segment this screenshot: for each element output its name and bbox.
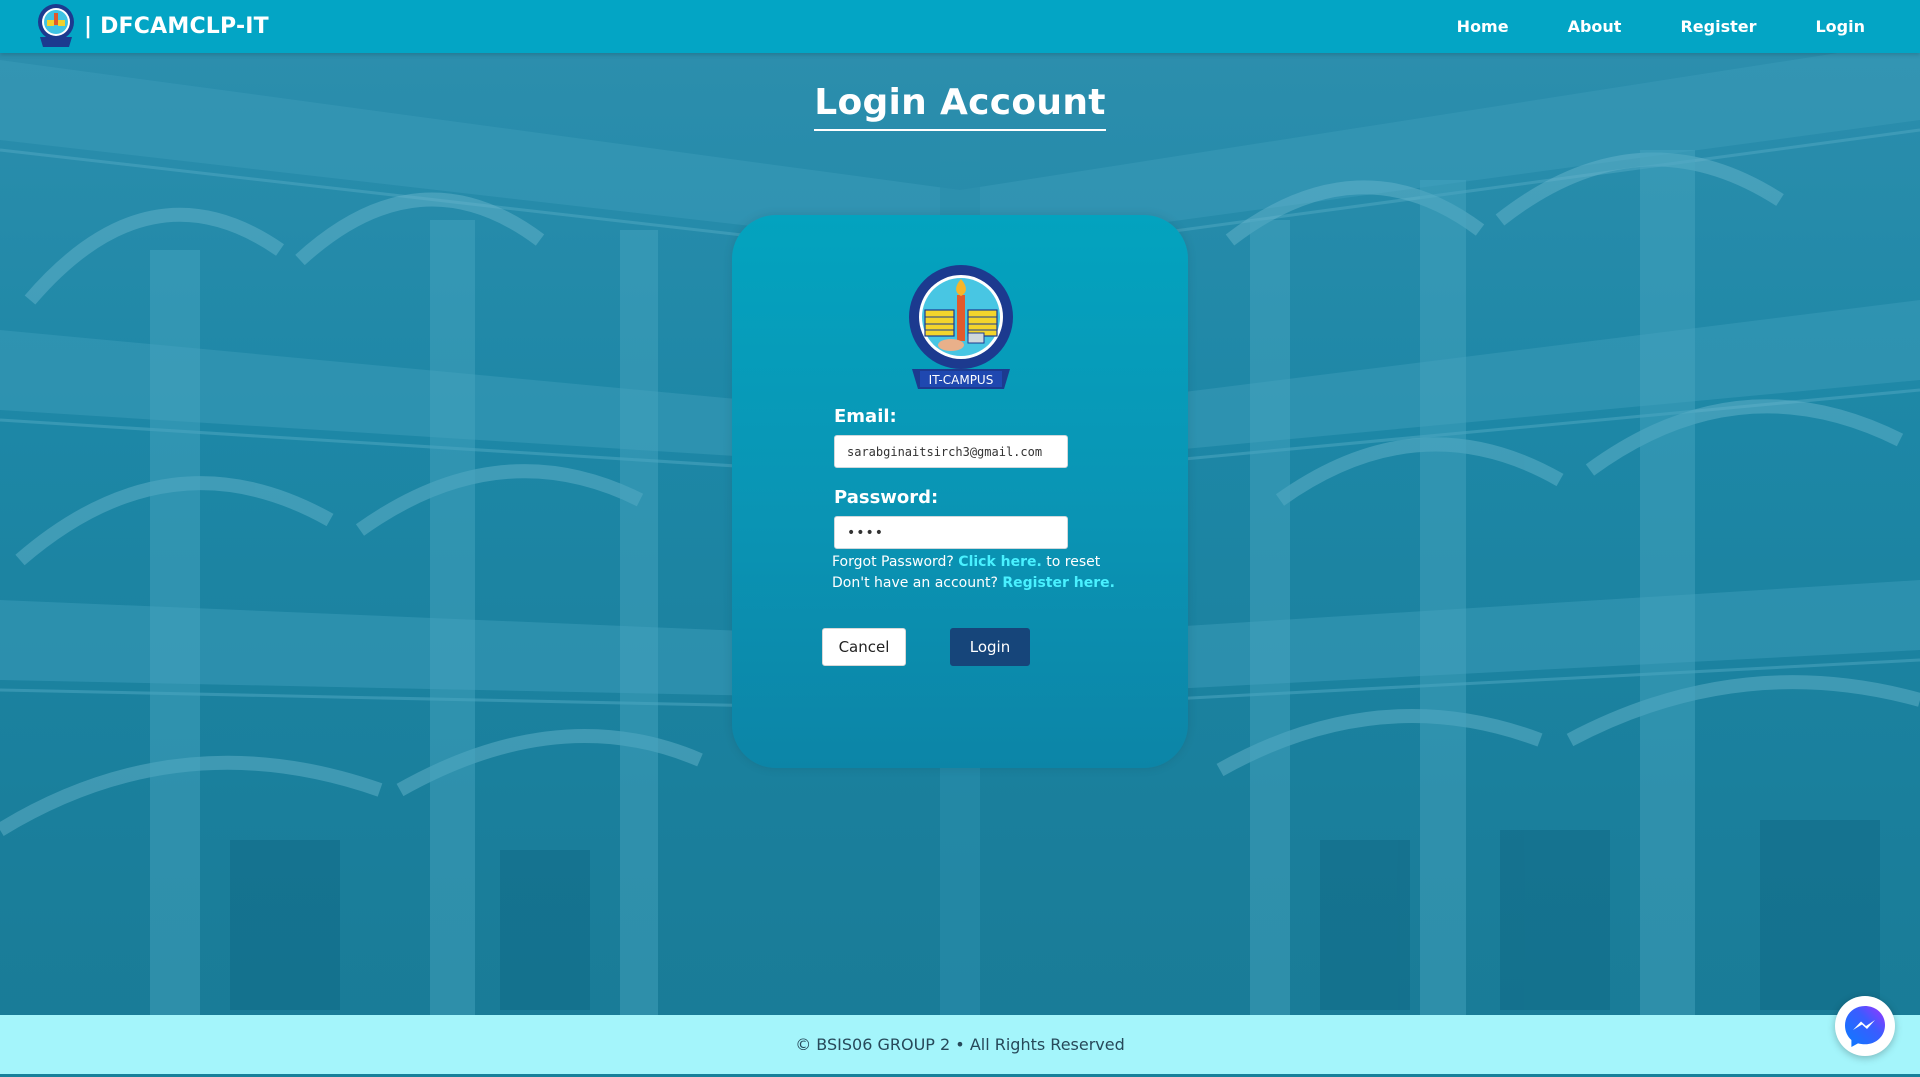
forgot-password-line: Forgot Password? Click here. to reset bbox=[832, 554, 1100, 570]
register-link[interactable]: Register here. bbox=[1002, 575, 1115, 591]
school-seal-icon bbox=[38, 4, 74, 47]
email-field[interactable] bbox=[834, 435, 1068, 468]
register-prefix: Don't have an account? bbox=[832, 575, 998, 591]
messenger-icon bbox=[1845, 1006, 1885, 1047]
forgot-password-link[interactable]: Click here. bbox=[958, 554, 1042, 570]
forgot-password-prefix: Forgot Password? bbox=[832, 554, 954, 570]
school-seal-icon: IT-CAMPUS bbox=[909, 265, 1013, 389]
nav-menu: Home About Register Login bbox=[1398, 0, 1865, 53]
password-field[interactable] bbox=[834, 516, 1068, 549]
top-navbar: | DFCAMCLP-IT Home About Register Login bbox=[0, 0, 1920, 53]
footer: © BSIS06 GROUP 2 • All Rights Reserved bbox=[0, 1015, 1920, 1077]
nav-link-home[interactable]: Home bbox=[1457, 17, 1509, 36]
footer-copyright: © BSIS06 GROUP 2 • All Rights Reserved bbox=[795, 1035, 1125, 1054]
email-label: Email: bbox=[834, 406, 897, 427]
register-line: Don't have an account? Register here. bbox=[832, 575, 1115, 591]
nav-link-login[interactable]: Login bbox=[1815, 17, 1865, 36]
logo-caption: IT-CAMPUS bbox=[929, 373, 994, 387]
forgot-password-suffix: to reset bbox=[1046, 554, 1101, 570]
nav-link-about[interactable]: About bbox=[1568, 17, 1622, 36]
nav-link-register[interactable]: Register bbox=[1680, 17, 1756, 36]
brand-home-link[interactable]: | DFCAMCLP-IT bbox=[36, 2, 269, 50]
messenger-chat-button[interactable] bbox=[1835, 996, 1895, 1056]
login-button[interactable]: Login bbox=[950, 628, 1030, 666]
page-title-wrapper: Login Account bbox=[0, 82, 1920, 131]
password-label: Password: bbox=[834, 487, 939, 508]
cancel-button[interactable]: Cancel bbox=[822, 628, 906, 666]
login-card: IT-CAMPUS Email: Password: Forgot Passwo… bbox=[732, 215, 1188, 768]
page-title: Login Account bbox=[814, 82, 1106, 131]
brand-name: | DFCAMCLP-IT bbox=[84, 13, 269, 39]
